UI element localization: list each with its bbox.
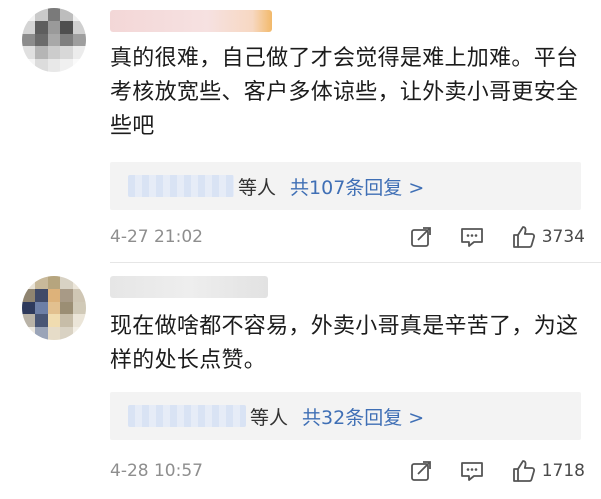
comment-icon <box>460 228 483 247</box>
comment-text: 真的很难，自己做了才会觉得是难上加难。平台考核放宽些、客户多体谅些，让外卖小哥更… <box>110 46 579 139</box>
reply-summary[interactable]: 等人 共107条回复 > <box>110 162 581 210</box>
comment-item: 现在做啥都不容易，外卖小哥真是辛苦了，为这样的处长点赞。 等人 共32条回复 >… <box>0 268 601 499</box>
avatar[interactable] <box>22 276 86 340</box>
share-icon <box>410 227 431 247</box>
username-blurred[interactable] <box>110 10 272 32</box>
like-button[interactable]: 1718 <box>512 459 585 483</box>
like-button[interactable]: 3734 <box>512 225 585 249</box>
thumbs-up-icon <box>512 460 535 482</box>
comment-footer: 4-28 10:57 1718 <box>110 456 585 486</box>
reply-suffix: 等人 <box>238 176 277 199</box>
reply-count-link[interactable]: 共32条回复 > <box>302 403 424 430</box>
avatar[interactable] <box>22 8 86 72</box>
comment-item: 真的很难，自己做了才会觉得是难上加难。平台考核放宽些、客户多体谅些，让外卖小哥更… <box>0 0 601 262</box>
comment-divider <box>110 262 601 263</box>
thumbs-up-icon <box>512 226 535 248</box>
like-count: 3734 <box>541 227 585 247</box>
share-icon <box>410 461 431 481</box>
reply-summary[interactable]: 等人 共32条回复 > <box>110 392 581 440</box>
like-count: 1718 <box>541 461 585 481</box>
comment-footer: 4-27 21:02 3734 <box>110 222 585 252</box>
comment-text: 现在做啥都不容易，外卖小哥真是辛苦了，为这样的处长点赞。 <box>110 314 579 373</box>
reply-count-link[interactable]: 共107条回复 > <box>290 173 424 200</box>
timestamp: 4-27 21:02 <box>110 227 203 247</box>
share-button[interactable] <box>410 226 432 248</box>
comment-button[interactable] <box>460 460 484 482</box>
timestamp: 4-28 10:57 <box>110 461 203 481</box>
share-button[interactable] <box>410 460 432 482</box>
username-blurred[interactable] <box>110 276 268 298</box>
comment-button[interactable] <box>460 226 484 248</box>
reply-names-blurred <box>128 405 246 427</box>
reply-names-blurred <box>128 175 234 197</box>
comment-icon <box>460 462 483 481</box>
reply-suffix: 等人 <box>250 406 289 429</box>
